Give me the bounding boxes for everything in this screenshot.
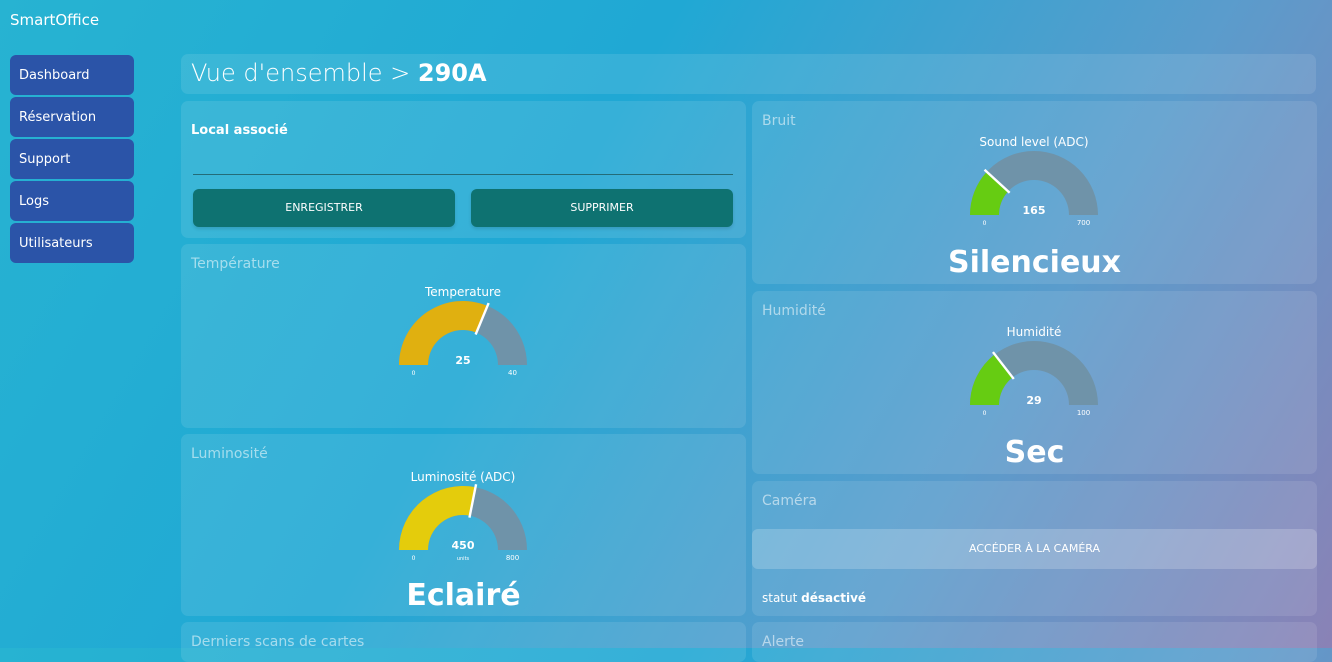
luminosite-panel-title: Luminosité bbox=[191, 446, 268, 462]
sidebar-item-utilisateurs[interactable]: Utilisateurs bbox=[10, 223, 134, 263]
room-name: 290A bbox=[417, 59, 487, 87]
local-label: Local associé bbox=[191, 123, 288, 138]
gauge-max-label: 700 bbox=[1077, 219, 1090, 227]
gauge-svg: Humidité 29 0 100 bbox=[970, 325, 1098, 417]
bruit-panel: Bruit Sound level (ADC) 165 0 700 Silencieu… bbox=[752, 101, 1317, 284]
alerte-panel: Alerte bbox=[752, 622, 1317, 662]
humidite-panel: Humidité Humidité 29 0 100 Sec bbox=[752, 291, 1317, 474]
camera-status-label: statut bbox=[762, 591, 798, 605]
gauge-title: Luminosité (ADC) bbox=[411, 470, 516, 484]
page-header: Vue d'ensemble > 290A bbox=[181, 54, 1316, 94]
temperature-panel-title: Température bbox=[191, 256, 280, 272]
save-button[interactable]: ENREGISTRER bbox=[193, 189, 455, 227]
luminosite-gauge: Luminosité (ADC) 450 units 0 800 bbox=[383, 470, 543, 570]
temperature-gauge: Temperature 25 0 40 bbox=[383, 285, 543, 385]
breadcrumb-prefix: Vue d'ensemble > bbox=[191, 59, 411, 87]
gauge-min-label: 0 bbox=[412, 370, 416, 377]
local-input[interactable] bbox=[193, 149, 733, 173]
gauge-max-label: 40 bbox=[508, 369, 517, 377]
gauge-svg: Temperature 25 0 40 bbox=[399, 285, 527, 377]
luminosite-panel: Luminosité Luminosité (ADC) 450 units 0 800 … bbox=[181, 434, 746, 616]
camera-panel-title: Caméra bbox=[762, 493, 817, 509]
delete-button[interactable]: SUPPRIMER bbox=[471, 189, 733, 227]
gauge-max-label: 100 bbox=[1077, 409, 1090, 417]
sidebar-item-reservation[interactable]: Réservation bbox=[10, 97, 134, 137]
gauge-title: Temperature bbox=[424, 285, 501, 299]
gauge-svg: Sound level (ADC) 165 0 700 bbox=[970, 135, 1098, 227]
sidebar-item-support[interactable]: Support bbox=[10, 139, 134, 179]
app-brand[interactable]: SmartOffice bbox=[10, 11, 99, 29]
gauge-units: units bbox=[457, 556, 470, 562]
gauge-title: Humidité bbox=[1007, 325, 1062, 339]
gauge-min-label: 0 bbox=[983, 220, 987, 227]
derniers-scans-panel: Derniers scans de cartes bbox=[181, 622, 746, 662]
temperature-panel: Température Temperature 25 0 40 bbox=[181, 244, 746, 428]
humidite-panel-title: Humidité bbox=[762, 303, 826, 319]
gauge-value: 165 bbox=[1023, 204, 1046, 217]
camera-panel: Caméra ACCÉDER À LA CAMÉRA statut désact… bbox=[752, 481, 1317, 616]
page-title: Vue d'ensemble > 290A bbox=[191, 59, 487, 87]
bruit-gauge: Sound level (ADC) 165 0 700 bbox=[954, 135, 1114, 235]
gauge-max-label: 800 bbox=[506, 554, 519, 562]
access-camera-button[interactable]: ACCÉDER À LA CAMÉRA bbox=[752, 529, 1317, 569]
camera-status: statut désactivé bbox=[762, 591, 866, 605]
camera-status-value: désactivé bbox=[801, 591, 867, 605]
gauge-min-label: 0 bbox=[983, 410, 987, 417]
gauge-svg: Luminosité (ADC) 450 units 0 800 bbox=[399, 470, 527, 562]
humidite-status: Sec bbox=[1004, 435, 1065, 470]
bruit-panel-title: Bruit bbox=[762, 113, 796, 129]
gauge-title: Sound level (ADC) bbox=[979, 135, 1088, 149]
humidite-gauge: Humidité 29 0 100 bbox=[954, 325, 1114, 425]
gauge-value: 29 bbox=[1026, 394, 1041, 407]
gauge-value: 450 bbox=[452, 539, 475, 552]
gauge-fill bbox=[399, 301, 488, 365]
bruit-status: Silencieux bbox=[948, 245, 1121, 280]
gauge-min-label: 0 bbox=[412, 555, 416, 562]
gauge-value: 25 bbox=[455, 354, 470, 367]
sidebar-nav: Dashboard Réservation Support Logs Utili… bbox=[10, 55, 134, 265]
sidebar-item-dashboard[interactable]: Dashboard bbox=[10, 55, 134, 95]
local-panel: Local associé ENREGISTRER SUPPRIMER bbox=[181, 101, 746, 238]
local-input-underline bbox=[193, 174, 733, 175]
sidebar-item-logs[interactable]: Logs bbox=[10, 181, 134, 221]
luminosite-status: Eclairé bbox=[406, 578, 521, 613]
